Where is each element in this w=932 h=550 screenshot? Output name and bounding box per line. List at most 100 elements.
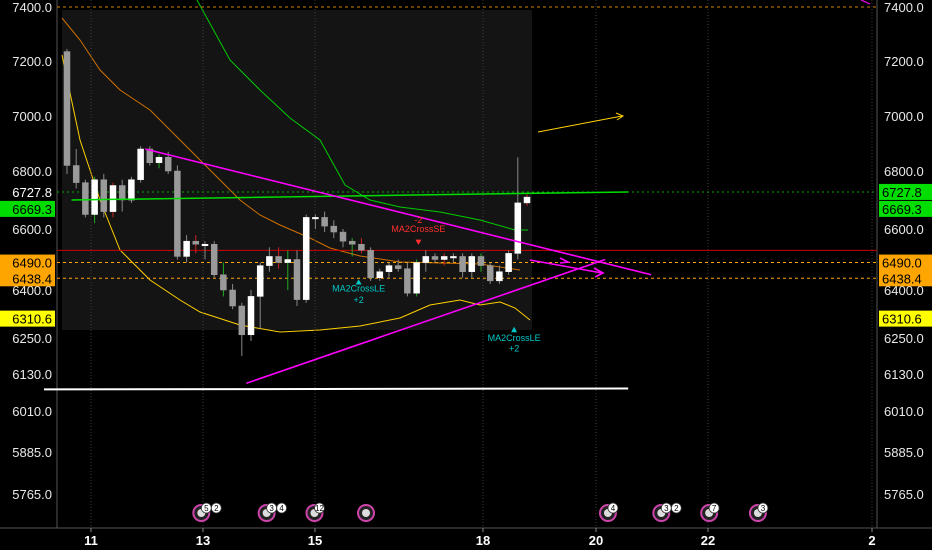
- y-tick-left: 6800.0: [12, 164, 52, 179]
- y-tick-right: 6250.0: [884, 331, 924, 346]
- y-tick-left: 6130.0: [12, 367, 52, 382]
- price-tag-right: 6727.8: [879, 183, 932, 200]
- candle-body: [220, 274, 227, 291]
- price-tag-left: 6669.3: [0, 200, 55, 217]
- candle-body: [450, 256, 457, 259]
- price-tag-left-label: 6727.8: [12, 185, 52, 200]
- price-tag-right: 6310.6: [879, 310, 932, 327]
- annotation-label: +2: [354, 295, 364, 305]
- event-marker[interactable]: [357, 504, 375, 522]
- event-badge-label: 4: [279, 504, 284, 513]
- candle-body: [413, 262, 420, 294]
- y-tick-left: 7000.0: [12, 109, 52, 124]
- y-tick-left: 7400.0: [12, 0, 52, 15]
- price-tag-left: 6310.6: [0, 310, 55, 327]
- candle-body: [183, 240, 190, 257]
- trendline-white-horizontal[interactable]: [43, 387, 629, 391]
- candle-body: [514, 202, 522, 254]
- x-tick-label: 15: [308, 533, 322, 548]
- x-tick-label: 22: [701, 533, 715, 548]
- candle: [505, 250, 512, 275]
- candle-body: [192, 240, 200, 245]
- candle-body: [137, 148, 144, 180]
- candle: [100, 173, 108, 218]
- event-badge-label: 3: [664, 504, 669, 513]
- candle-body: [339, 231, 347, 242]
- candle-body: [302, 217, 310, 300]
- candle-body: [109, 185, 117, 212]
- y-tick-right: 6600.0: [884, 222, 924, 237]
- price-tag-right-label: 6669.3: [882, 202, 922, 217]
- candle-body: [164, 157, 172, 172]
- candle-body: [486, 265, 494, 282]
- event-badge-label: 7: [712, 504, 717, 513]
- annotation-label: MA2CrossSE: [391, 224, 445, 234]
- candle-body: [201, 244, 209, 246]
- y-tick-right: 7400.0: [884, 0, 924, 15]
- event-badge-label: 4: [611, 504, 616, 513]
- candle-body: [376, 271, 384, 279]
- candle-body: [229, 289, 236, 307]
- candle: [367, 247, 374, 281]
- price-tag-left-label: 6490.0: [12, 256, 52, 271]
- y-tick-right: 5765.0: [884, 487, 924, 502]
- candle-body: [91, 179, 98, 215]
- price-tag-right: 6438.4: [879, 270, 932, 287]
- y-tick-right: 5885.0: [884, 445, 924, 460]
- y-tick-right: 6130.0: [884, 367, 924, 382]
- y-tick-right: 7000.0: [884, 109, 924, 124]
- y-tick-right: 6800.0: [884, 164, 924, 179]
- x-tick-label: 11: [84, 533, 98, 548]
- candle-body: [477, 256, 485, 266]
- candle-body: [440, 256, 448, 260]
- candle: [247, 290, 255, 341]
- candle: [302, 214, 310, 303]
- candle: [82, 179, 89, 218]
- candle-body: [100, 179, 108, 212]
- annotation-label: +2: [509, 344, 519, 354]
- candle-body: [404, 268, 411, 294]
- event-icon-core: [362, 509, 370, 517]
- candle-body: [505, 253, 512, 272]
- candle-body: [256, 265, 264, 297]
- event-badge-label: 3: [761, 504, 766, 513]
- candle-body: [266, 256, 273, 266]
- price-tag-left-label: 6669.3: [12, 202, 52, 217]
- candle: [486, 262, 494, 284]
- price-chart[interactable]: -2MA2CrossSEMA2CrossLE+2MA2CrossLE+2 523…: [0, 0, 932, 550]
- candle-body: [321, 217, 328, 227]
- x-tick-label: 20: [589, 533, 603, 548]
- candle-body: [63, 51, 71, 166]
- candle-body: [238, 305, 246, 336]
- candle-body: [118, 185, 126, 201]
- candle-body: [210, 244, 218, 275]
- candle-body: [82, 182, 89, 215]
- candle-body: [468, 256, 476, 272]
- candle-body: [358, 244, 365, 251]
- y-tick-left: 5885.0: [12, 445, 52, 460]
- candle: [137, 146, 144, 183]
- annotation-label: MA2CrossLE: [488, 333, 541, 343]
- candle-body: [330, 225, 338, 233]
- price-tag-left: 6490.0: [0, 254, 55, 271]
- price-tag-right-label: 6310.6: [882, 312, 922, 327]
- event-badge-label: 2: [214, 504, 219, 513]
- x-tick-label: 18: [476, 533, 490, 548]
- y-tick-left: 6250.0: [12, 331, 52, 346]
- candle-body: [459, 256, 466, 272]
- candle-body: [155, 157, 163, 163]
- price-tag-left-label: 6310.6: [12, 312, 52, 327]
- event-badge-label: 2: [674, 504, 679, 513]
- price-tag-right: 6669.3: [879, 200, 932, 217]
- y-tick-left: 6010.0: [12, 404, 52, 419]
- candle-body: [496, 271, 503, 282]
- price-tag-right-label: 6490.0: [882, 256, 922, 271]
- candle-body: [174, 170, 181, 257]
- candle-body: [312, 217, 319, 220]
- candle-body: [293, 259, 301, 300]
- candle: [210, 241, 218, 278]
- y-tick-right: 7200.0: [884, 54, 924, 69]
- price-tag-right: 6490.0: [879, 254, 932, 271]
- price-tag-right-label: 6438.4: [882, 271, 922, 286]
- event-badge-label: 5: [204, 504, 209, 513]
